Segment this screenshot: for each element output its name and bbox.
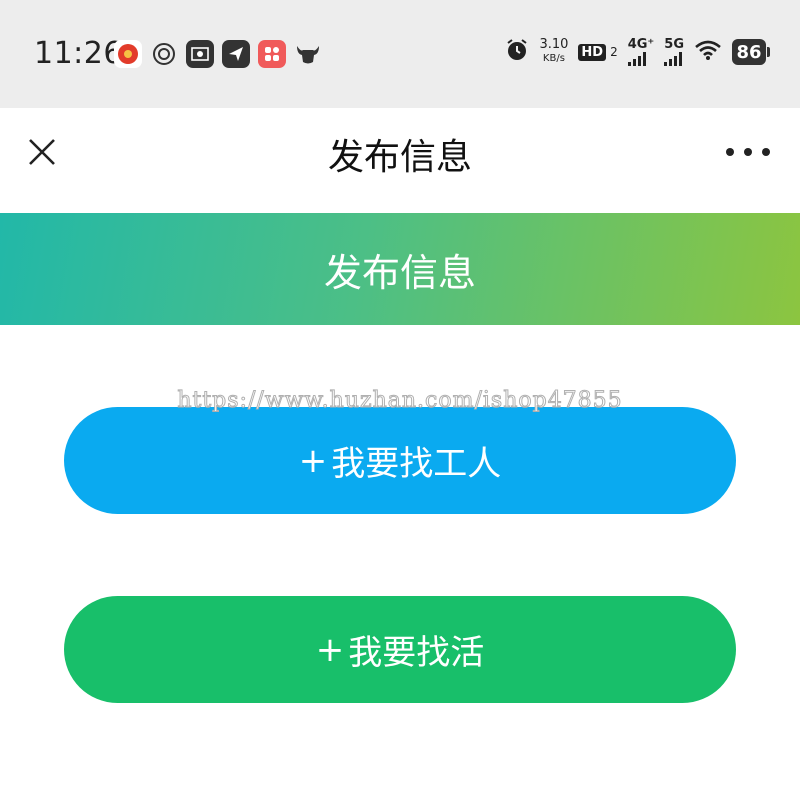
wifi-icon [694,39,722,65]
plus-icon: + [315,629,345,670]
photo-app-icon [186,40,214,68]
find-job-label: 我要找活 [348,633,485,673]
discount-app-icon [114,40,142,68]
grid-app-icon [258,40,286,68]
close-icon [29,139,55,165]
speed-unit: KB/s [542,53,565,64]
hd-label: HD [581,44,604,60]
signal-bars-icon [664,52,683,66]
close-button[interactable] [22,132,62,172]
signal-4g: 4G⁺ [627,37,655,66]
banner-title: 发布信息 [323,250,476,295]
page-title: 发布信息 [327,137,472,178]
signal-bars-icon [627,52,646,66]
find-job-button[interactable]: + 我要找活 [64,596,736,703]
status-time: 11:26 [34,36,123,71]
more-dot [744,148,752,156]
more-dot [726,148,734,156]
alarm-icon [505,38,529,66]
find-worker-label: 我要找工人 [331,444,502,484]
hd-badge: HD [578,43,607,61]
bull-app-icon [294,40,322,68]
notification-icons [114,40,322,68]
watermark-text: https://www.huzhan.com/ishop47855 [177,388,623,414]
find-worker-button[interactable]: + 我要找工人 [64,407,736,514]
signal-4g-label: 4G⁺ [627,37,655,52]
signal-5g-label: 5G [664,37,684,52]
plus-icon: + [298,440,328,481]
more-button[interactable] [726,140,770,164]
signal-5g: 5G [664,38,684,66]
battery-level: 86 [736,41,762,63]
status-indicators: 3.10 KB/s HD 2 4G⁺ 5G 86 [505,37,770,66]
hd-sub: 2 [610,45,618,59]
header-banner: 发布信息 [0,213,800,325]
status-bar: 11:26 3.10 KB/s HD 2 4G⁺ 5G 86 [0,0,800,108]
send-app-icon [222,40,250,68]
network-speed: 3.10 KB/s [539,38,568,66]
battery-indicator: 86 [732,39,770,65]
china-mobile-icon [150,40,178,68]
speed-value: 3.10 [539,37,569,52]
more-dot [762,148,770,156]
